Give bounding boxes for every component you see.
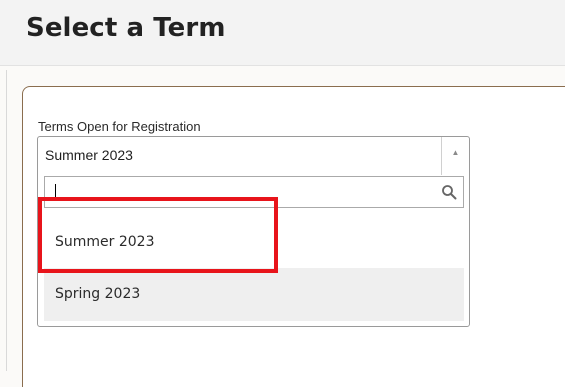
page-header: Select a Term xyxy=(0,0,565,66)
chevron-up-icon: ▲ xyxy=(451,148,460,157)
term-select-value[interactable]: Summer 2023 xyxy=(45,147,133,163)
divider xyxy=(6,70,7,371)
page-title: Select a Term xyxy=(26,13,226,43)
dropdown-toggle[interactable]: ▲ xyxy=(441,137,469,175)
term-search-input[interactable] xyxy=(44,176,464,208)
search-icon xyxy=(442,185,457,200)
text-cursor xyxy=(55,184,56,200)
option-summer-2023[interactable]: Summer 2023 xyxy=(44,216,464,269)
terms-label: Terms Open for Registration xyxy=(38,119,201,134)
option-spring-2023[interactable]: Spring 2023 xyxy=(44,268,464,321)
